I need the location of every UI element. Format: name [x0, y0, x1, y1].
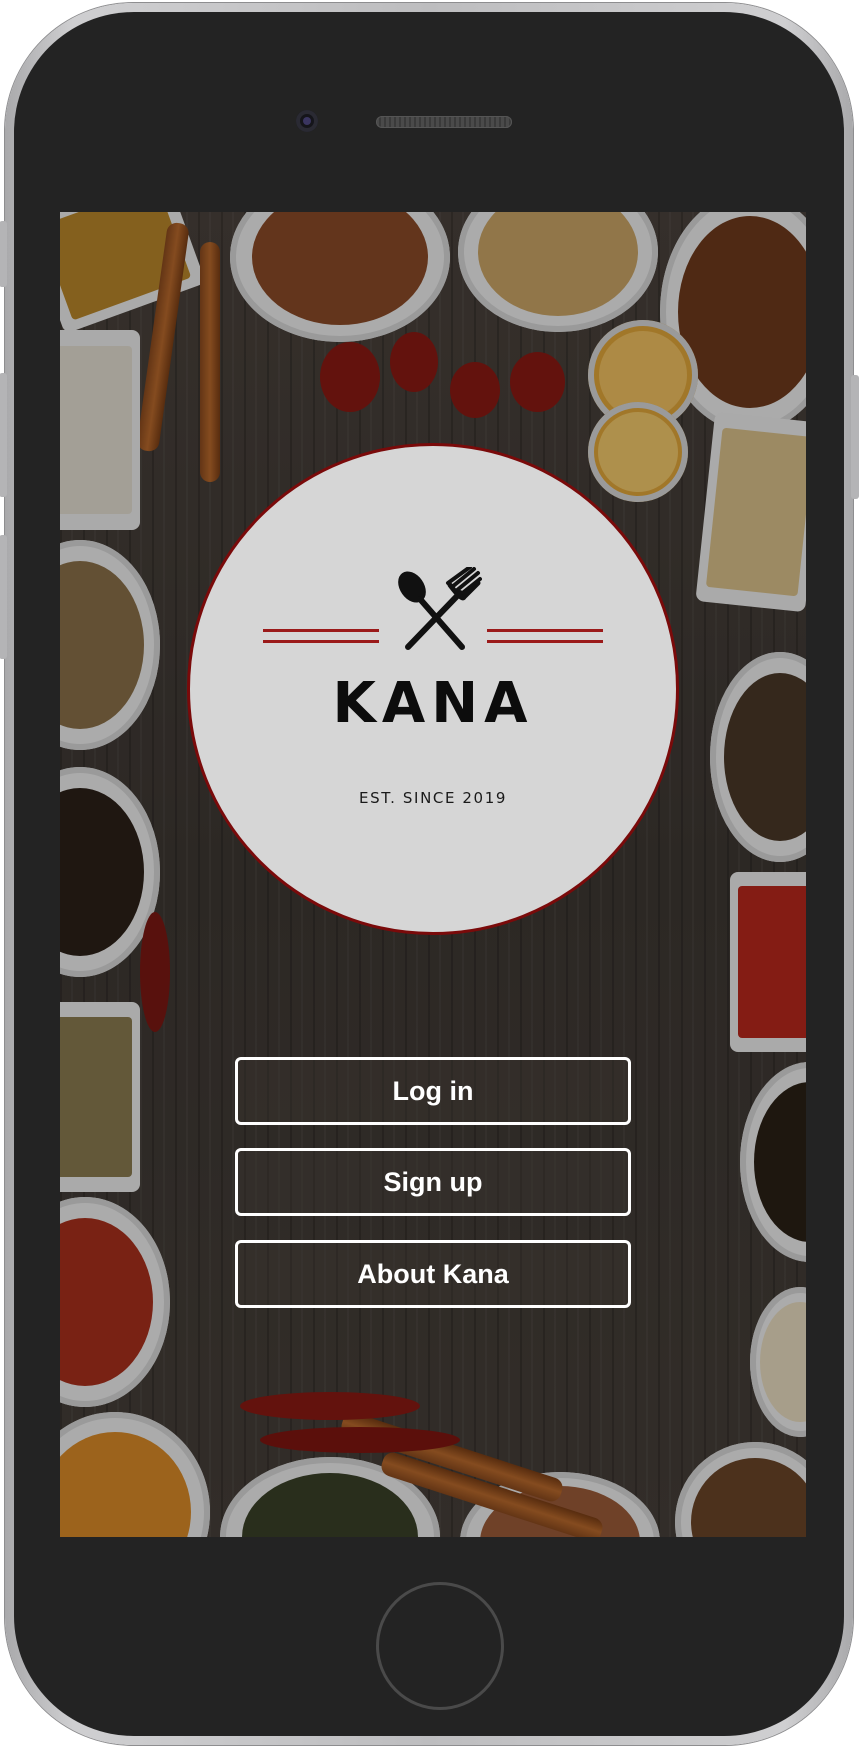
phone-frame: KANA EST. SINCE 2019 Log in Sign up Abou… [0, 3, 859, 1745]
login-button[interactable]: Log in [235, 1057, 631, 1125]
spoon-fork-crossed-icon [398, 567, 482, 650]
signup-button[interactable]: Sign up [235, 1148, 631, 1216]
mute-switch [0, 221, 7, 287]
about-button[interactable]: About Kana [235, 1240, 631, 1308]
volume-down-button [0, 535, 7, 659]
logo-rule-right [487, 629, 603, 643]
speaker-grille [376, 116, 512, 128]
front-camera-icon [296, 110, 318, 132]
home-button[interactable] [376, 1582, 504, 1710]
logo-rule-left [263, 629, 379, 643]
brand-name: KANA [332, 671, 534, 736]
logo-badge: KANA EST. SINCE 2019 [187, 443, 679, 935]
brand-tagline: EST. SINCE 2019 [359, 789, 507, 807]
power-button [851, 375, 859, 499]
volume-up-button [0, 373, 7, 497]
app-screen: KANA EST. SINCE 2019 Log in Sign up Abou… [60, 212, 806, 1537]
